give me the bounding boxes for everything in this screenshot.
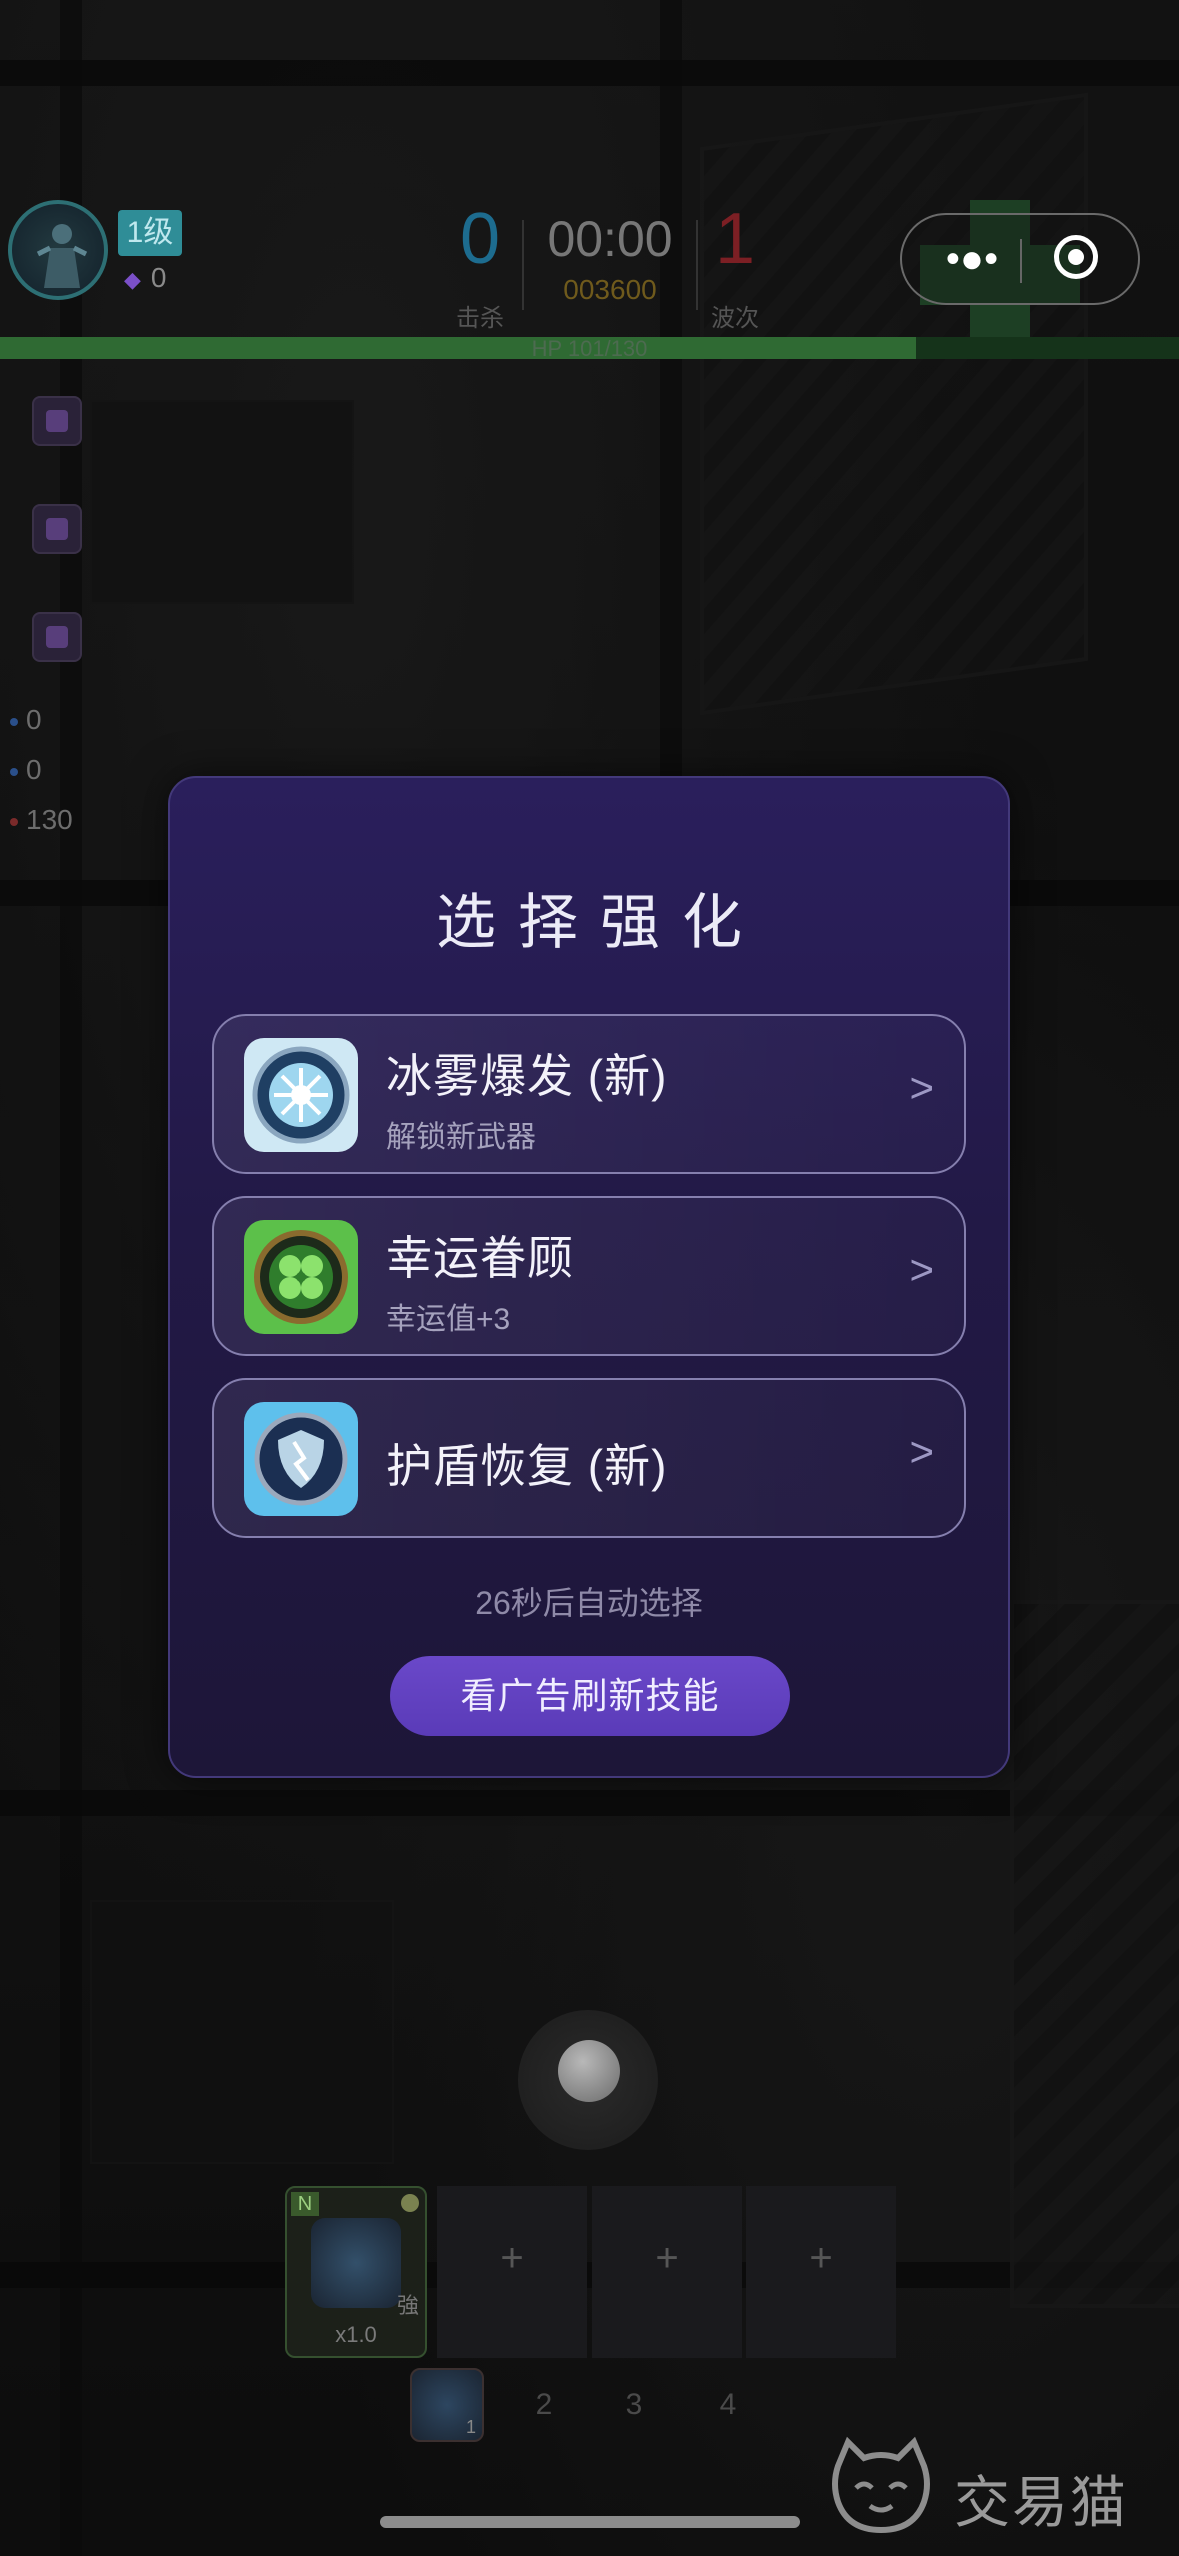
weapon-slot-1[interactable]: N 強 x1.0	[285, 2186, 427, 2358]
hotbar-count: 1	[465, 2417, 476, 2437]
weapon-slot-4[interactable]: +	[746, 2186, 896, 2358]
score: 003600	[563, 274, 657, 305]
hotbar-slot-1[interactable]: 1	[410, 2368, 484, 2442]
slot-indicator	[401, 2194, 419, 2212]
watermark-text: 交易猫	[954, 2471, 1128, 2534]
skill-icon	[46, 518, 68, 540]
stat-value: 0	[26, 754, 42, 785]
gem-count-value: 0	[150, 262, 167, 293]
shield-crack-icon	[244, 1402, 358, 1516]
side-skill-slot-2[interactable]	[32, 504, 82, 554]
chevron-right-icon: >	[909, 1064, 934, 1111]
gem-counter: ◆ 0	[124, 262, 167, 294]
wave-count: 1	[714, 199, 756, 279]
hotbar-slot-3[interactable]: 3	[604, 2388, 664, 2422]
option-desc: 解锁新武器	[386, 1121, 536, 1154]
dialog-title: 选择强化	[436, 889, 764, 956]
side-skill-slot-3[interactable]	[32, 612, 82, 662]
add-icon: +	[809, 2236, 833, 2280]
more-menu-icon[interactable]: •●•	[932, 237, 1012, 281]
chevron-right-icon: >	[909, 1428, 934, 1475]
game-timer: 00:00	[547, 211, 673, 267]
hotbar-slot-2[interactable]: 2	[514, 2388, 574, 2422]
upgrade-option-ice-burst[interactable]: 冰雾爆发 (新) 解锁新武器 >	[212, 1014, 966, 1174]
hotbar-slot-4[interactable]: 4	[698, 2388, 758, 2422]
player-avatar[interactable]	[8, 200, 108, 300]
knight-icon	[36, 224, 88, 288]
stat-health: 130	[10, 804, 73, 836]
stat-attack: 0	[10, 704, 42, 736]
rarity-tag: N	[291, 2192, 319, 2216]
clover-icon	[244, 1220, 358, 1334]
upgrade-option-lucky[interactable]: 幸运眷顾 幸运值+3 >	[212, 1196, 966, 1356]
kill-label: 击杀	[456, 305, 504, 332]
wave-label: 波次	[711, 305, 759, 332]
joystick-knob[interactable]	[558, 2040, 620, 2102]
gem-icon: ◆	[124, 267, 141, 292]
weapon-multiplier: x1.0	[335, 2322, 377, 2347]
ice-burst-icon	[244, 1038, 358, 1152]
upgrade-option-shield-restore[interactable]: 护盾恢复 (新) >	[212, 1378, 966, 1538]
stat-value: 0	[26, 704, 42, 735]
add-icon: +	[500, 2236, 524, 2280]
watch-ad-refresh-button[interactable]: 看广告刷新技能	[390, 1656, 790, 1736]
stat-dot	[10, 767, 18, 776]
stat-dot	[10, 817, 18, 826]
level-badge: 1级	[118, 210, 182, 256]
hp-text: HP 101/130	[531, 336, 648, 361]
upgrade-select-dialog: 选择强化 冰雾爆发 (新) 解锁新武器 > 幸运眷顾 幸运值+3 > 护盾恢复 …	[168, 776, 1010, 1778]
add-icon: +	[655, 2236, 679, 2280]
stat-value: 130	[26, 804, 73, 835]
side-skill-slot-1[interactable]	[32, 396, 82, 446]
close-miniprogram-icon[interactable]	[1054, 235, 1098, 279]
option-desc: 幸运值+3	[386, 1303, 511, 1336]
weapon-slot-2[interactable]: +	[437, 2186, 587, 2358]
option-name: 冰雾爆发 (新)	[386, 1050, 668, 1102]
skill-icon	[46, 410, 68, 432]
kill-count: 0	[459, 199, 501, 279]
capsule-divider	[1020, 239, 1022, 283]
lightning-weapon-icon	[311, 2218, 401, 2308]
stat-dot	[10, 717, 18, 726]
option-name: 护盾恢复 (新)	[386, 1440, 668, 1492]
stat-defense: 0	[10, 754, 42, 786]
watermark: 交易猫	[826, 2436, 1166, 2536]
divider	[522, 220, 524, 310]
miniprogram-capsule: •●•	[900, 213, 1140, 305]
cat-logo-icon	[832, 2436, 930, 2534]
auto-select-countdown: 26秒后自动选择	[475, 1585, 703, 1621]
chevron-right-icon: >	[909, 1246, 934, 1293]
weapon-slot-3[interactable]: +	[592, 2186, 742, 2358]
enhance-mark: 強	[396, 2293, 419, 2318]
option-name: 幸运眷顾	[386, 1232, 574, 1284]
skill-icon	[46, 626, 68, 648]
home-indicator[interactable]	[380, 2516, 800, 2528]
divider	[696, 220, 698, 310]
